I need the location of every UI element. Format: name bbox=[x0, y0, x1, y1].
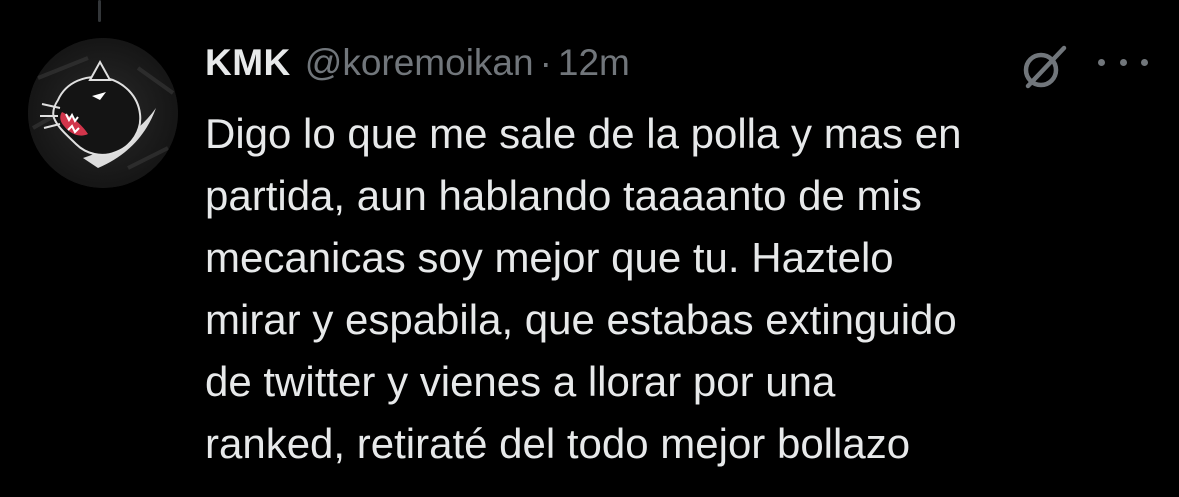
thread-connector-line bbox=[98, 0, 101, 22]
display-name[interactable]: KMK bbox=[205, 42, 291, 84]
tweet-text-line: mirar y espabila, que estabas extinguido bbox=[205, 296, 957, 343]
panther-logo-icon bbox=[28, 38, 178, 188]
tweet-text-line: mecanicas soy mejor que tu. Haztelo bbox=[205, 234, 894, 281]
more-dot bbox=[1098, 58, 1105, 66]
tweet-text-line: partida, aun hablando taaaanto de mis bbox=[205, 172, 922, 219]
more-options-icon[interactable] bbox=[1098, 47, 1148, 77]
tweet-header: KMK @koremoikan · 12m bbox=[205, 38, 630, 88]
tweet-text-line: de twitter y vienes a llorar por una bbox=[205, 358, 836, 405]
tweet-text: Digo lo que me sale de la polla y mas en… bbox=[205, 103, 1165, 475]
more-dot bbox=[1119, 58, 1127, 66]
tweet-text-line: ranked, retiraté del todo mejor bollazo bbox=[205, 420, 911, 467]
separator-dot: · bbox=[539, 42, 552, 83]
timestamp[interactable]: 12m bbox=[558, 42, 630, 84]
user-handle[interactable]: @koremoikan bbox=[305, 42, 534, 84]
more-dot bbox=[1141, 58, 1148, 66]
avatar[interactable] bbox=[28, 38, 178, 188]
tweet-text-line: Digo lo que me sale de la polla y mas en bbox=[205, 110, 962, 157]
grok-icon[interactable] bbox=[1016, 40, 1072, 96]
